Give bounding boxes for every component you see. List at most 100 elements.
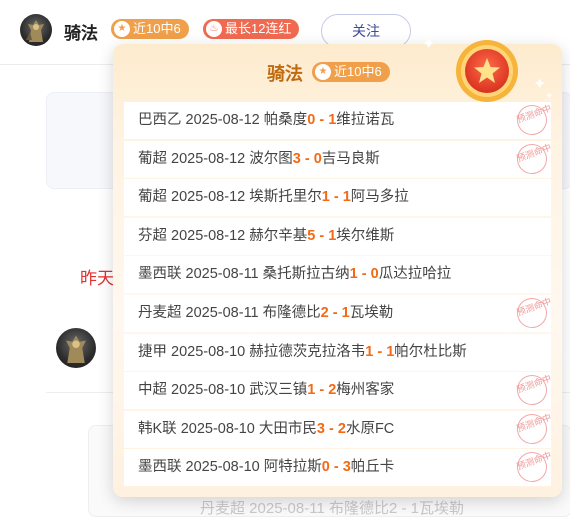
match-date: 2025-08-12 — [171, 150, 246, 167]
sparkle-icon: ✦ — [545, 91, 554, 102]
date-divider-label: 昨天 — [80, 269, 114, 288]
match-row[interactable]: 丹麦超 2025-08-11 布隆德比2 - 1瓦埃勒 预测命中 — [124, 293, 553, 333]
match-date: 2025-08-10 — [185, 459, 260, 476]
score-separator: - — [315, 112, 329, 128]
match-date: 2025-08-11 — [185, 304, 259, 321]
away-score: 0 — [370, 266, 379, 283]
home-team: 赫尔辛基 — [249, 227, 308, 244]
home-team: 埃斯托里尔 — [249, 189, 322, 206]
league-label: 葡超 — [138, 150, 167, 167]
match-date: 2025-08-11 — [185, 266, 259, 283]
match-row[interactable]: 巴西乙 2025-08-12 帕桑度0 - 1维拉诺瓦 预测命中 — [124, 100, 553, 140]
away-team: 阿马多拉 — [350, 189, 409, 206]
score-separator: - — [315, 382, 329, 399]
away-team: 帕尔杜比斯 — [394, 343, 467, 360]
home-score: 1 — [349, 266, 358, 283]
away-score: 3 — [342, 459, 351, 476]
away-score: 2 — [337, 420, 346, 437]
score-separator: - — [357, 266, 371, 283]
prediction-hit-stamp: 预测命中 — [512, 448, 553, 487]
match-date: 2025-08-10 — [171, 343, 246, 360]
home-score: 2 — [320, 304, 329, 321]
league-label: 韩K联 — [138, 420, 177, 437]
follow-button[interactable]: 关注 — [321, 14, 411, 48]
away-team: 维拉诺瓦 — [336, 112, 395, 128]
score-separator: - — [329, 189, 343, 206]
home-score: 3 — [292, 150, 301, 167]
away-score: 1 — [342, 189, 351, 206]
league-label: 芬超 — [138, 227, 167, 244]
score-separator: - — [373, 343, 387, 360]
match-row[interactable]: 葡超 2025-08-12 埃斯托里尔1 - 1阿马多拉 — [124, 179, 551, 217]
longest-streak-text: 最长12连红 — [225, 21, 292, 36]
away-team: 埃尔维斯 — [336, 227, 395, 244]
match-date: 2025-08-12 — [171, 189, 246, 206]
avatar-figure-icon — [66, 335, 86, 363]
away-team: 瓦埃勒 — [349, 304, 394, 321]
popup-record-text: 近10中6 — [334, 64, 382, 79]
recent-record-badge: ★ 近10中6 — [111, 19, 189, 39]
away-team: 梅州客家 — [336, 382, 395, 399]
home-team: 帕桑度 — [263, 112, 308, 128]
away-team: 水原FC — [345, 420, 395, 437]
popup-record-badge: ★ 近10中6 — [312, 62, 390, 82]
prediction-hit-stamp: 预测命中 — [512, 139, 553, 178]
home-team: 武汉三镇 — [249, 382, 308, 399]
prediction-hit-stamp: 预测命中 — [512, 409, 553, 448]
match-row[interactable]: 葡超 2025-08-12 波尔图3 - 0吉马良斯 预测命中 — [124, 139, 553, 178]
home-team: 波尔图 — [249, 150, 293, 167]
star-medal-icon — [456, 40, 518, 102]
league-label: 巴西乙 — [138, 112, 182, 128]
flame-icon: ♨ — [206, 21, 222, 37]
score-separator: - — [324, 420, 338, 437]
home-team: 赫拉德茨克拉洛韦 — [249, 343, 366, 360]
home-team: 阿特拉斯 — [263, 459, 322, 476]
popup-title: 骑法 — [267, 64, 303, 84]
post-author-avatar[interactable] — [56, 328, 96, 368]
longest-streak-badge: ♨ 最长12连红 — [203, 19, 300, 39]
sparkle-icon: ✦ — [422, 36, 436, 53]
score-separator: - — [329, 459, 343, 476]
background-peek-text: 丹麦超 2025-08-11 布隆德比2 - 1瓦埃勒 — [200, 500, 464, 517]
match-row[interactable]: 墨西联 2025-08-11 桑托斯拉古纳1 - 0瓜达拉哈拉 — [124, 256, 551, 294]
home-score: 3 — [316, 420, 325, 437]
match-date: 2025-08-10 — [171, 382, 246, 399]
league-label: 中超 — [138, 382, 167, 399]
score-separator: - — [300, 150, 314, 167]
league-label: 捷甲 — [138, 343, 167, 360]
match-date: 2025-08-12 — [171, 227, 246, 244]
away-score: 1 — [341, 304, 350, 321]
home-team: 布隆德比 — [262, 304, 321, 321]
match-row[interactable]: 中超 2025-08-10 武汉三镇1 - 2梅州客家 预测命中 — [124, 370, 553, 410]
league-label: 丹麦超 — [138, 304, 182, 321]
score-separator: - — [315, 227, 329, 244]
recent-record-text: 近10中6 — [133, 21, 181, 36]
star-icon: ★ — [114, 21, 130, 37]
away-team: 瓜达拉哈拉 — [378, 266, 452, 283]
avatar-figure-icon — [26, 20, 44, 42]
home-team: 大田市民 — [258, 420, 317, 437]
home-score: 1 — [321, 189, 330, 206]
away-score: 0 — [313, 150, 322, 167]
match-date: 2025-08-12 — [185, 112, 260, 128]
prediction-hit-stamp: 预测命中 — [512, 100, 553, 140]
record-popup: ✦ ✦ ✦ 骑法 ★ 近10中6 巴西乙 2025-08-12 帕桑度0 - 1… — [113, 36, 562, 497]
league-label: 墨西联 — [138, 459, 182, 476]
prediction-hit-stamp: 预测命中 — [512, 370, 553, 410]
match-row[interactable]: 韩K联 2025-08-10 大田市民3 - 2水原FC 预测命中 — [124, 409, 553, 448]
user-avatar[interactable] — [20, 14, 52, 46]
user-name[interactable]: 骑法 — [64, 19, 98, 44]
star-icon: ★ — [315, 64, 331, 80]
away-team: 帕丘卡 — [350, 459, 395, 476]
match-row[interactable]: 捷甲 2025-08-10 赫拉德茨克拉洛韦1 - 1帕尔杜比斯 — [124, 333, 551, 371]
league-label: 墨西联 — [138, 266, 182, 283]
match-date: 2025-08-10 — [180, 420, 255, 437]
away-team: 吉马良斯 — [321, 150, 380, 167]
score-separator: - — [328, 304, 342, 321]
match-row[interactable]: 芬超 2025-08-12 赫尔辛基5 - 1埃尔维斯 — [124, 217, 551, 255]
match-record-list: 巴西乙 2025-08-12 帕桑度0 - 1维拉诺瓦 预测命中 葡超 2025-0… — [124, 100, 553, 488]
league-label: 葡超 — [138, 189, 167, 206]
home-team: 桑托斯拉古纳 — [262, 266, 350, 283]
match-row[interactable]: 墨西联 2025-08-10 阿特拉斯0 - 3帕丘卡 预测命中 — [124, 448, 553, 487]
prediction-hit-stamp: 预测命中 — [512, 293, 553, 333]
